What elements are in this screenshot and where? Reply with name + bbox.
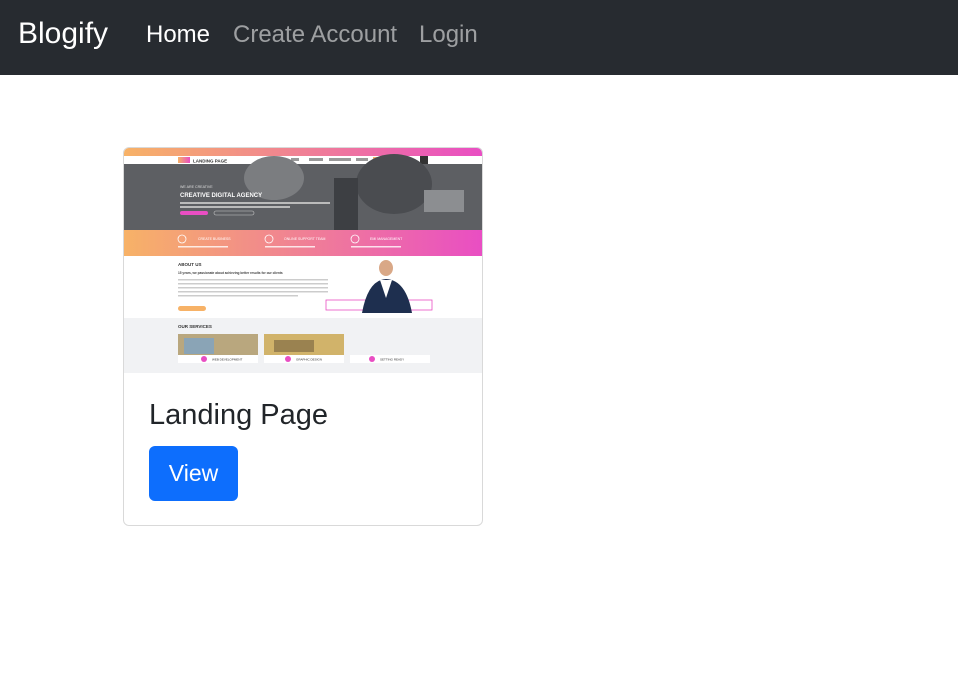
nav-link-login[interactable]: Login xyxy=(419,18,478,52)
svg-text:OUR SERVICES: OUR SERVICES xyxy=(178,324,212,329)
nav-link-home[interactable]: Home xyxy=(146,18,210,52)
svg-text:ABOUT US: ABOUT US xyxy=(178,262,202,267)
brand-logo[interactable]: Blogify xyxy=(18,14,108,54)
nav-link-create-account[interactable]: Create Account xyxy=(233,18,397,52)
thumb-top-strip xyxy=(124,148,482,156)
card-title: Landing Page xyxy=(149,399,328,431)
svg-text:ONLINE SUPPORT TEAM: ONLINE SUPPORT TEAM xyxy=(284,237,326,241)
svg-text:WEB DEVELOPMENT: WEB DEVELOPMENT xyxy=(212,358,243,362)
svg-text:SETTING READY: SETTING READY xyxy=(380,358,404,362)
svg-text:15 years, we passionate about: 15 years, we passionate about achieving … xyxy=(178,271,283,275)
svg-text:WE ARE CREATIVE: WE ARE CREATIVE xyxy=(180,185,213,189)
svg-text:GRAPHIC DESIGN: GRAPHIC DESIGN xyxy=(296,358,322,362)
svg-text:CREATE BUSINESS: CREATE BUSINESS xyxy=(198,237,231,241)
thumb-logo-icon xyxy=(178,157,190,163)
svg-text:EMI MANAGEMENT: EMI MANAGEMENT xyxy=(370,237,403,241)
top-navbar: Blogify Home Create Account Login xyxy=(0,0,958,75)
thumb-features-band xyxy=(124,230,482,256)
card-thumbnail: LANDING PAGE WE ARE CREATIVE CREATIVE DI… xyxy=(124,148,482,373)
thumb-person xyxy=(379,260,393,276)
post-card: LANDING PAGE WE ARE CREATIVE CREATIVE DI… xyxy=(123,147,483,526)
thumb-hero-title: CREATIVE DIGITAL AGENCY xyxy=(180,193,262,199)
thumb-logo-text: LANDING PAGE xyxy=(193,159,227,164)
view-button[interactable]: View xyxy=(149,446,238,501)
